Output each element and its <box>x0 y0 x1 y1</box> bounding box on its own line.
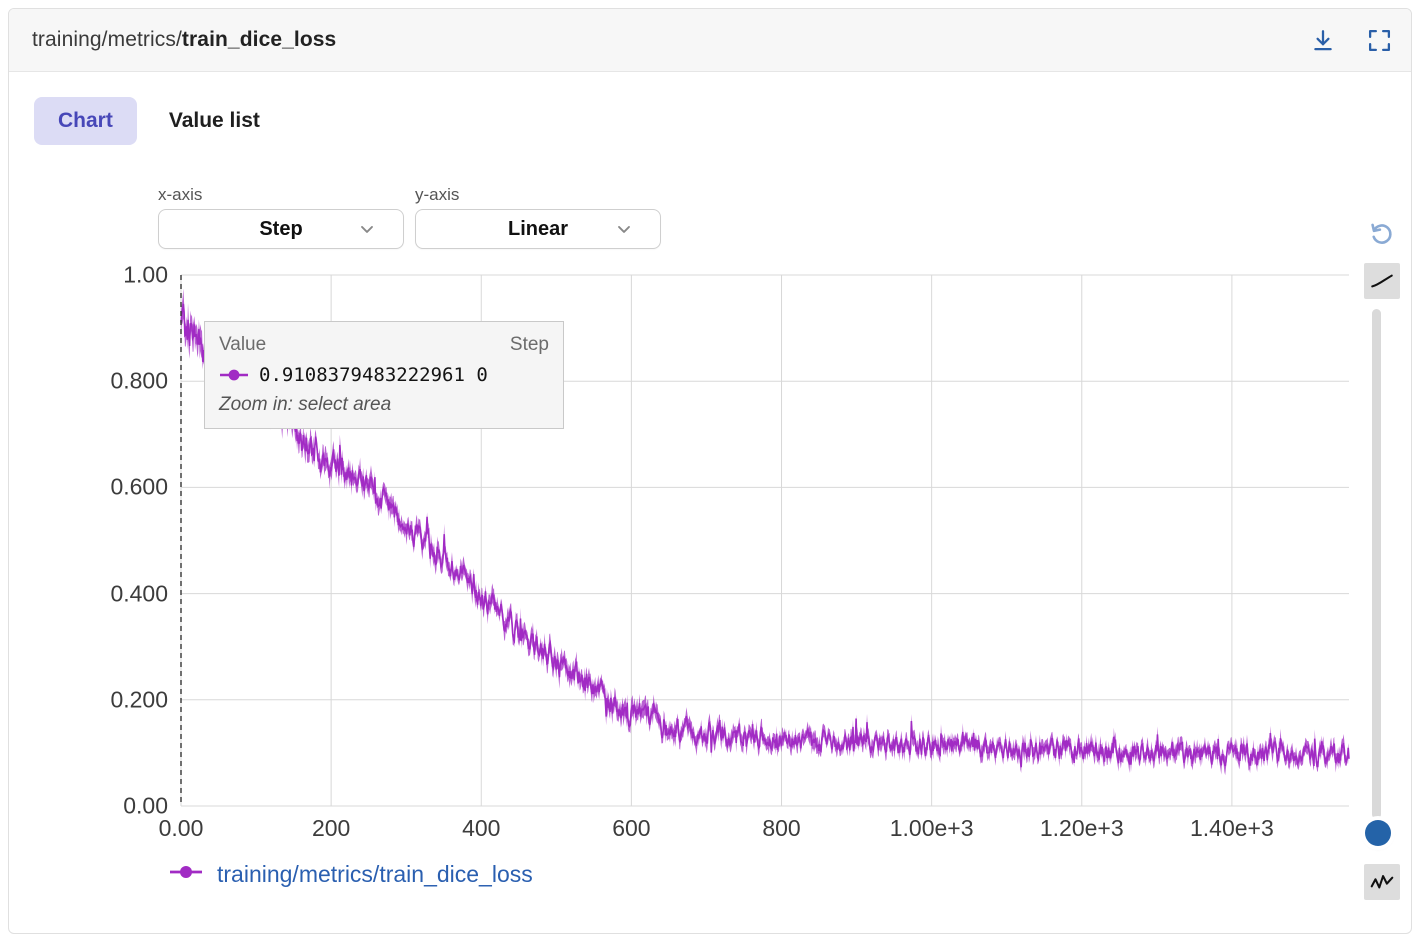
tooltip-col-step: Step <box>509 334 549 355</box>
metric-card: training/metrics/train_dice_loss Chart V… <box>8 8 1412 934</box>
y-axis-tick-label: 0.800 <box>110 367 168 394</box>
series-marker-icon <box>219 368 249 382</box>
y-axis-tick-label: 1.00 <box>123 261 168 288</box>
x-axis-label: x-axis <box>158 185 203 204</box>
y-axis-tick-label: 0.200 <box>110 686 168 713</box>
y-axis-select[interactable]: Linear <box>415 209 661 249</box>
header-actions <box>1309 9 1393 72</box>
view-tabs: Chart Value list <box>34 97 284 145</box>
x-axis-select[interactable]: Step <box>158 209 404 249</box>
title-metric: train_dice_loss <box>181 28 337 51</box>
download-icon[interactable] <box>1309 27 1337 55</box>
raw-line-icon[interactable] <box>1364 864 1400 900</box>
tooltip-col-value: Value <box>219 334 267 355</box>
page-title: training/metrics/train_dice_loss <box>32 28 336 52</box>
x-axis-tick-label: 1.00e+3 <box>889 815 974 841</box>
chart-panel-page: training/metrics/train_dice_loss Chart V… <box>0 0 1420 942</box>
x-axis-tick-label: 1.20e+3 <box>1039 815 1124 841</box>
x-axis-tick-label: 400 <box>462 815 501 841</box>
x-axis-tick-label: 200 <box>311 815 351 841</box>
tooltip-row: 0.9108379483222961 0 <box>219 364 549 386</box>
y-axis-value: Linear <box>507 217 569 240</box>
x-axis-tick-label: 0.00 <box>158 815 204 841</box>
legend-marker-icon <box>169 864 203 885</box>
y-axis-label: y-axis <box>415 185 460 204</box>
y-axis-tick-label: 0.600 <box>110 473 168 500</box>
tooltip-step: 0 <box>476 364 488 386</box>
hover-tooltip: Value Step 0.9108379483222961 0 Zoom in:… <box>204 321 564 429</box>
tooltip-value: 0.9108379483222961 <box>259 364 465 386</box>
y-axis-control: y-axis Linear <box>415 185 661 249</box>
tab-value-list[interactable]: Value list <box>145 97 284 145</box>
card-header: training/metrics/train_dice_loss <box>9 9 1411 72</box>
x-axis-value: Step <box>259 217 303 240</box>
y-axis-tick-label: 0.00 <box>123 792 168 819</box>
fullscreen-icon[interactable] <box>1365 27 1393 55</box>
legend-label: training/metrics/train_dice_loss <box>217 861 533 887</box>
chevron-down-icon <box>357 219 377 239</box>
chart-toolbar <box>1364 217 1410 299</box>
x-axis-tick-label: 1.40e+3 <box>1190 815 1274 841</box>
chevron-down-icon <box>614 219 634 239</box>
smoothing-slider-handle[interactable] <box>1365 820 1391 846</box>
reset-zoom-icon[interactable] <box>1364 217 1400 253</box>
title-prefix: training/metrics/ <box>32 28 182 51</box>
x-axis-tick-label: 600 <box>612 815 651 841</box>
legend-item[interactable]: training/metrics/train_dice_loss <box>169 861 533 888</box>
x-axis-tick-label: 800 <box>762 815 801 841</box>
x-axis-control: x-axis Step <box>158 185 404 249</box>
smoothing-slider-track[interactable] <box>1372 309 1381 819</box>
smooth-curve-icon[interactable] <box>1364 263 1400 299</box>
y-axis-tick-label: 0.400 <box>110 580 168 607</box>
tooltip-header: Value Step <box>219 334 549 356</box>
tab-chart[interactable]: Chart <box>34 97 137 145</box>
tooltip-hint: Zoom in: select area <box>219 394 392 415</box>
